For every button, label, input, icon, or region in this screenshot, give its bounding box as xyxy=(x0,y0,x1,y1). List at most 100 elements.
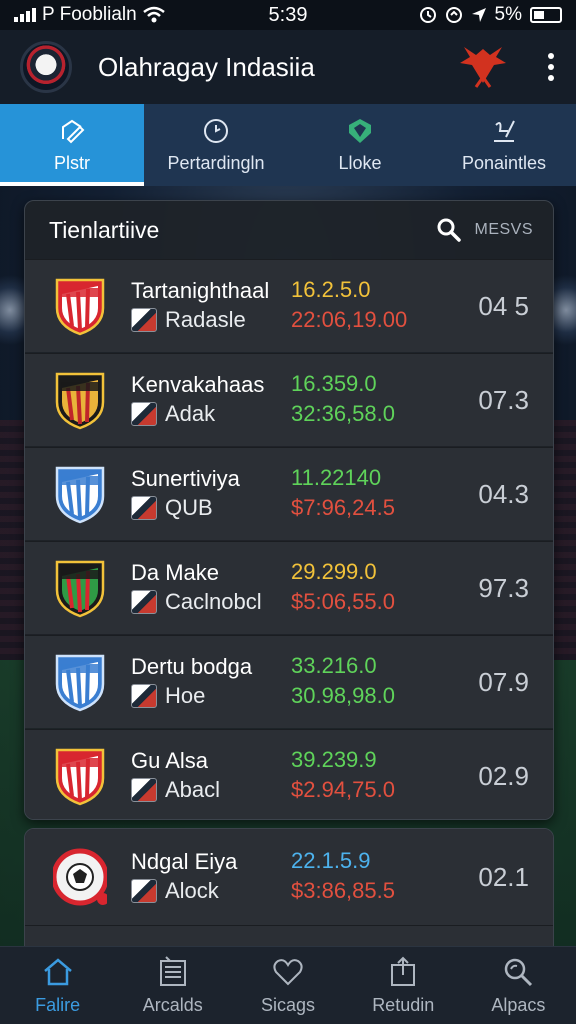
location-arrow-icon xyxy=(471,8,486,22)
match-row[interactable]: Kenvakahaas Adak 16.359.0 32:36,58.0 07.3 xyxy=(25,353,553,446)
nav-label: Retudin xyxy=(372,995,435,1015)
team-crest-icon xyxy=(55,466,105,524)
nav-alpacs[interactable]: Alpacs xyxy=(461,947,576,1024)
pencil-edit-icon xyxy=(62,119,85,143)
search-icon xyxy=(437,218,462,242)
away-team-name: Caclnobcl xyxy=(165,589,262,614)
sync-icon xyxy=(445,7,462,23)
tab-plstr[interactable]: Plstr xyxy=(0,104,144,186)
odd-top-value[interactable]: 29.299.0 xyxy=(291,558,461,586)
team-crest-icon xyxy=(55,372,105,430)
match-row[interactable]: Sunertiviya QUB 11.22140 $7:96,24.5 04.3 xyxy=(25,447,553,540)
tab-label: Pertardingln xyxy=(167,152,265,173)
odd-top-value[interactable]: 11.22140 xyxy=(291,464,461,492)
away-team-badge-icon xyxy=(131,778,157,802)
tab-bar: Plstr Pertardingln Lloke Ponaintles xyxy=(0,104,576,186)
odd-bottom-value[interactable]: 22:06,19.00 xyxy=(291,304,461,336)
away-team-name: Abacl xyxy=(165,777,221,802)
tab-pertardingln[interactable]: Pertardingln xyxy=(144,104,288,186)
odd-bottom-value[interactable]: $7:96,24.5 xyxy=(291,492,461,524)
home-team-name: Da Make xyxy=(131,560,220,585)
kebab-menu-icon[interactable] xyxy=(546,53,556,81)
match-row[interactable]: Da Make Caclnobcl 29.299.0 $5:06,55.0 97.3 xyxy=(25,541,553,634)
odd-bottom-value[interactable]: $3:86,85.5 xyxy=(291,875,461,907)
carrier-name: P Fooblialn xyxy=(42,4,137,25)
away-team: QUB xyxy=(131,493,285,523)
nav-label: Alpacs xyxy=(491,995,546,1015)
match-teams: Ndgal Eiya Alock xyxy=(131,848,285,906)
tab-lloke[interactable]: Lloke xyxy=(288,104,432,186)
away-team: Adak xyxy=(131,399,285,429)
odd-top-value[interactable]: 16.359.0 xyxy=(291,370,461,398)
match-teams: Dertu bodga Hoe xyxy=(131,653,285,711)
odd-top-value[interactable]: 39.239.9 xyxy=(291,746,461,774)
odd-top-value[interactable]: 16.2.5.0 xyxy=(291,276,461,304)
away-team: Alock xyxy=(131,876,285,906)
odd-bottom-value[interactable]: $5:06,55.0 xyxy=(291,586,461,618)
battery-icon xyxy=(530,7,562,23)
match-odds: 16.359.0 32:36,58.0 xyxy=(291,370,461,430)
match-odds: 22.1.5.9 $3:86,85.5 xyxy=(291,847,461,907)
away-team-name: Alock xyxy=(165,878,219,903)
tab-ponaintles[interactable]: Ponaintles xyxy=(432,104,576,186)
match-score: 07.9 xyxy=(478,666,529,697)
away-team-badge-icon xyxy=(131,879,157,903)
clock-icon xyxy=(204,118,228,143)
home-team-name: Dertu bodga xyxy=(131,654,253,679)
away-team-name: Radasle xyxy=(165,307,246,332)
away-team-badge-icon xyxy=(131,402,157,426)
nav-arcalds[interactable]: Arcalds xyxy=(115,947,230,1024)
matches-panel: Tienlartiive MESVS Tartanighthaal Radasle… xyxy=(24,200,554,820)
nav-label: Arcalds xyxy=(142,995,203,1015)
away-team: Radasle xyxy=(131,305,285,335)
match-teams: Gu Alsa Abacl xyxy=(131,747,285,805)
battery-percent: 5% xyxy=(494,4,522,25)
avatar[interactable] xyxy=(20,41,72,93)
odd-bottom-value[interactable]: 30.98,98.0 xyxy=(291,680,461,712)
team-crest-icon xyxy=(53,848,107,906)
away-team-name: QUB xyxy=(165,495,213,520)
bottom-nav: Falire Arcalds Sicags Retudin Alpacs xyxy=(0,946,576,1024)
home-team-name: Gu Alsa xyxy=(131,748,209,773)
match-teams: Kenvakahaas Adak xyxy=(131,371,285,429)
search-icon xyxy=(505,958,533,987)
phoenix-logo-icon[interactable] xyxy=(458,43,508,91)
home-team-name: Ndgal Eiya xyxy=(131,849,238,874)
odd-bottom-value[interactable]: $2.94,75.0 xyxy=(291,774,461,806)
nav-falire[interactable]: Falire xyxy=(0,947,115,1024)
odd-top-value[interactable]: 33.216.0 xyxy=(291,652,461,680)
odd-top-value[interactable]: 22.1.5.9 xyxy=(291,847,461,875)
signal-icon xyxy=(14,8,36,22)
match-teams: Da Make Caclnobcl xyxy=(131,559,285,617)
app-title: Olahragay Indasiia xyxy=(98,51,315,82)
match-row[interactable]: Tartanighthaal Radasle 16.2.5.0 22:06,19.00… xyxy=(25,259,553,352)
match-row[interactable]: Ndgal Eiya Alock 22.1.5.9 $3:86,85.5 02.1 xyxy=(25,829,553,925)
search-label: MESVS xyxy=(474,221,533,238)
match-score: 04.3 xyxy=(478,478,529,509)
team-crest-icon xyxy=(55,560,105,618)
away-team-badge-icon xyxy=(131,684,157,708)
shield-icon xyxy=(349,118,371,143)
match-score: 02.9 xyxy=(478,760,529,791)
match-row[interactable]: Dertu bodga Hoe 33.216.0 30.98,98.0 07.9 xyxy=(25,635,553,728)
app-header: Olahragay Indasiia xyxy=(0,30,576,104)
odd-bottom-value[interactable]: 32:36,58.0 xyxy=(291,398,461,430)
match-odds: 16.2.5.0 22:06,19.00 xyxy=(291,276,461,336)
status-bar: P Fooblialn 5:39 5% xyxy=(0,0,576,30)
away-team: Abacl xyxy=(131,775,285,805)
chart-icon xyxy=(494,120,515,142)
panel-search-button[interactable]: MESVS xyxy=(436,217,533,243)
panel-header: Tienlartiive MESVS xyxy=(25,201,553,259)
match-list: Tartanighthaal Radasle 16.2.5.0 22:06,19.00… xyxy=(25,259,553,819)
match-odds: 11.22140 $7:96,24.5 xyxy=(291,464,461,524)
tab-label: Lloke xyxy=(338,152,382,173)
nav-retudin[interactable]: Retudin xyxy=(346,947,461,1024)
away-team-name: Hoe xyxy=(165,683,206,708)
team-crest-icon xyxy=(55,278,105,336)
home-icon xyxy=(43,958,72,986)
match-score: 97.3 xyxy=(478,572,529,603)
match-row[interactable]: Gu Alsa Abacl 39.239.9 $2.94,75.0 02.9 xyxy=(25,729,553,819)
nav-sicags[interactable]: Sicags xyxy=(230,947,345,1024)
status-time: 5:39 xyxy=(268,3,308,26)
match-teams: Tartanighthaal Radasle xyxy=(131,277,285,335)
